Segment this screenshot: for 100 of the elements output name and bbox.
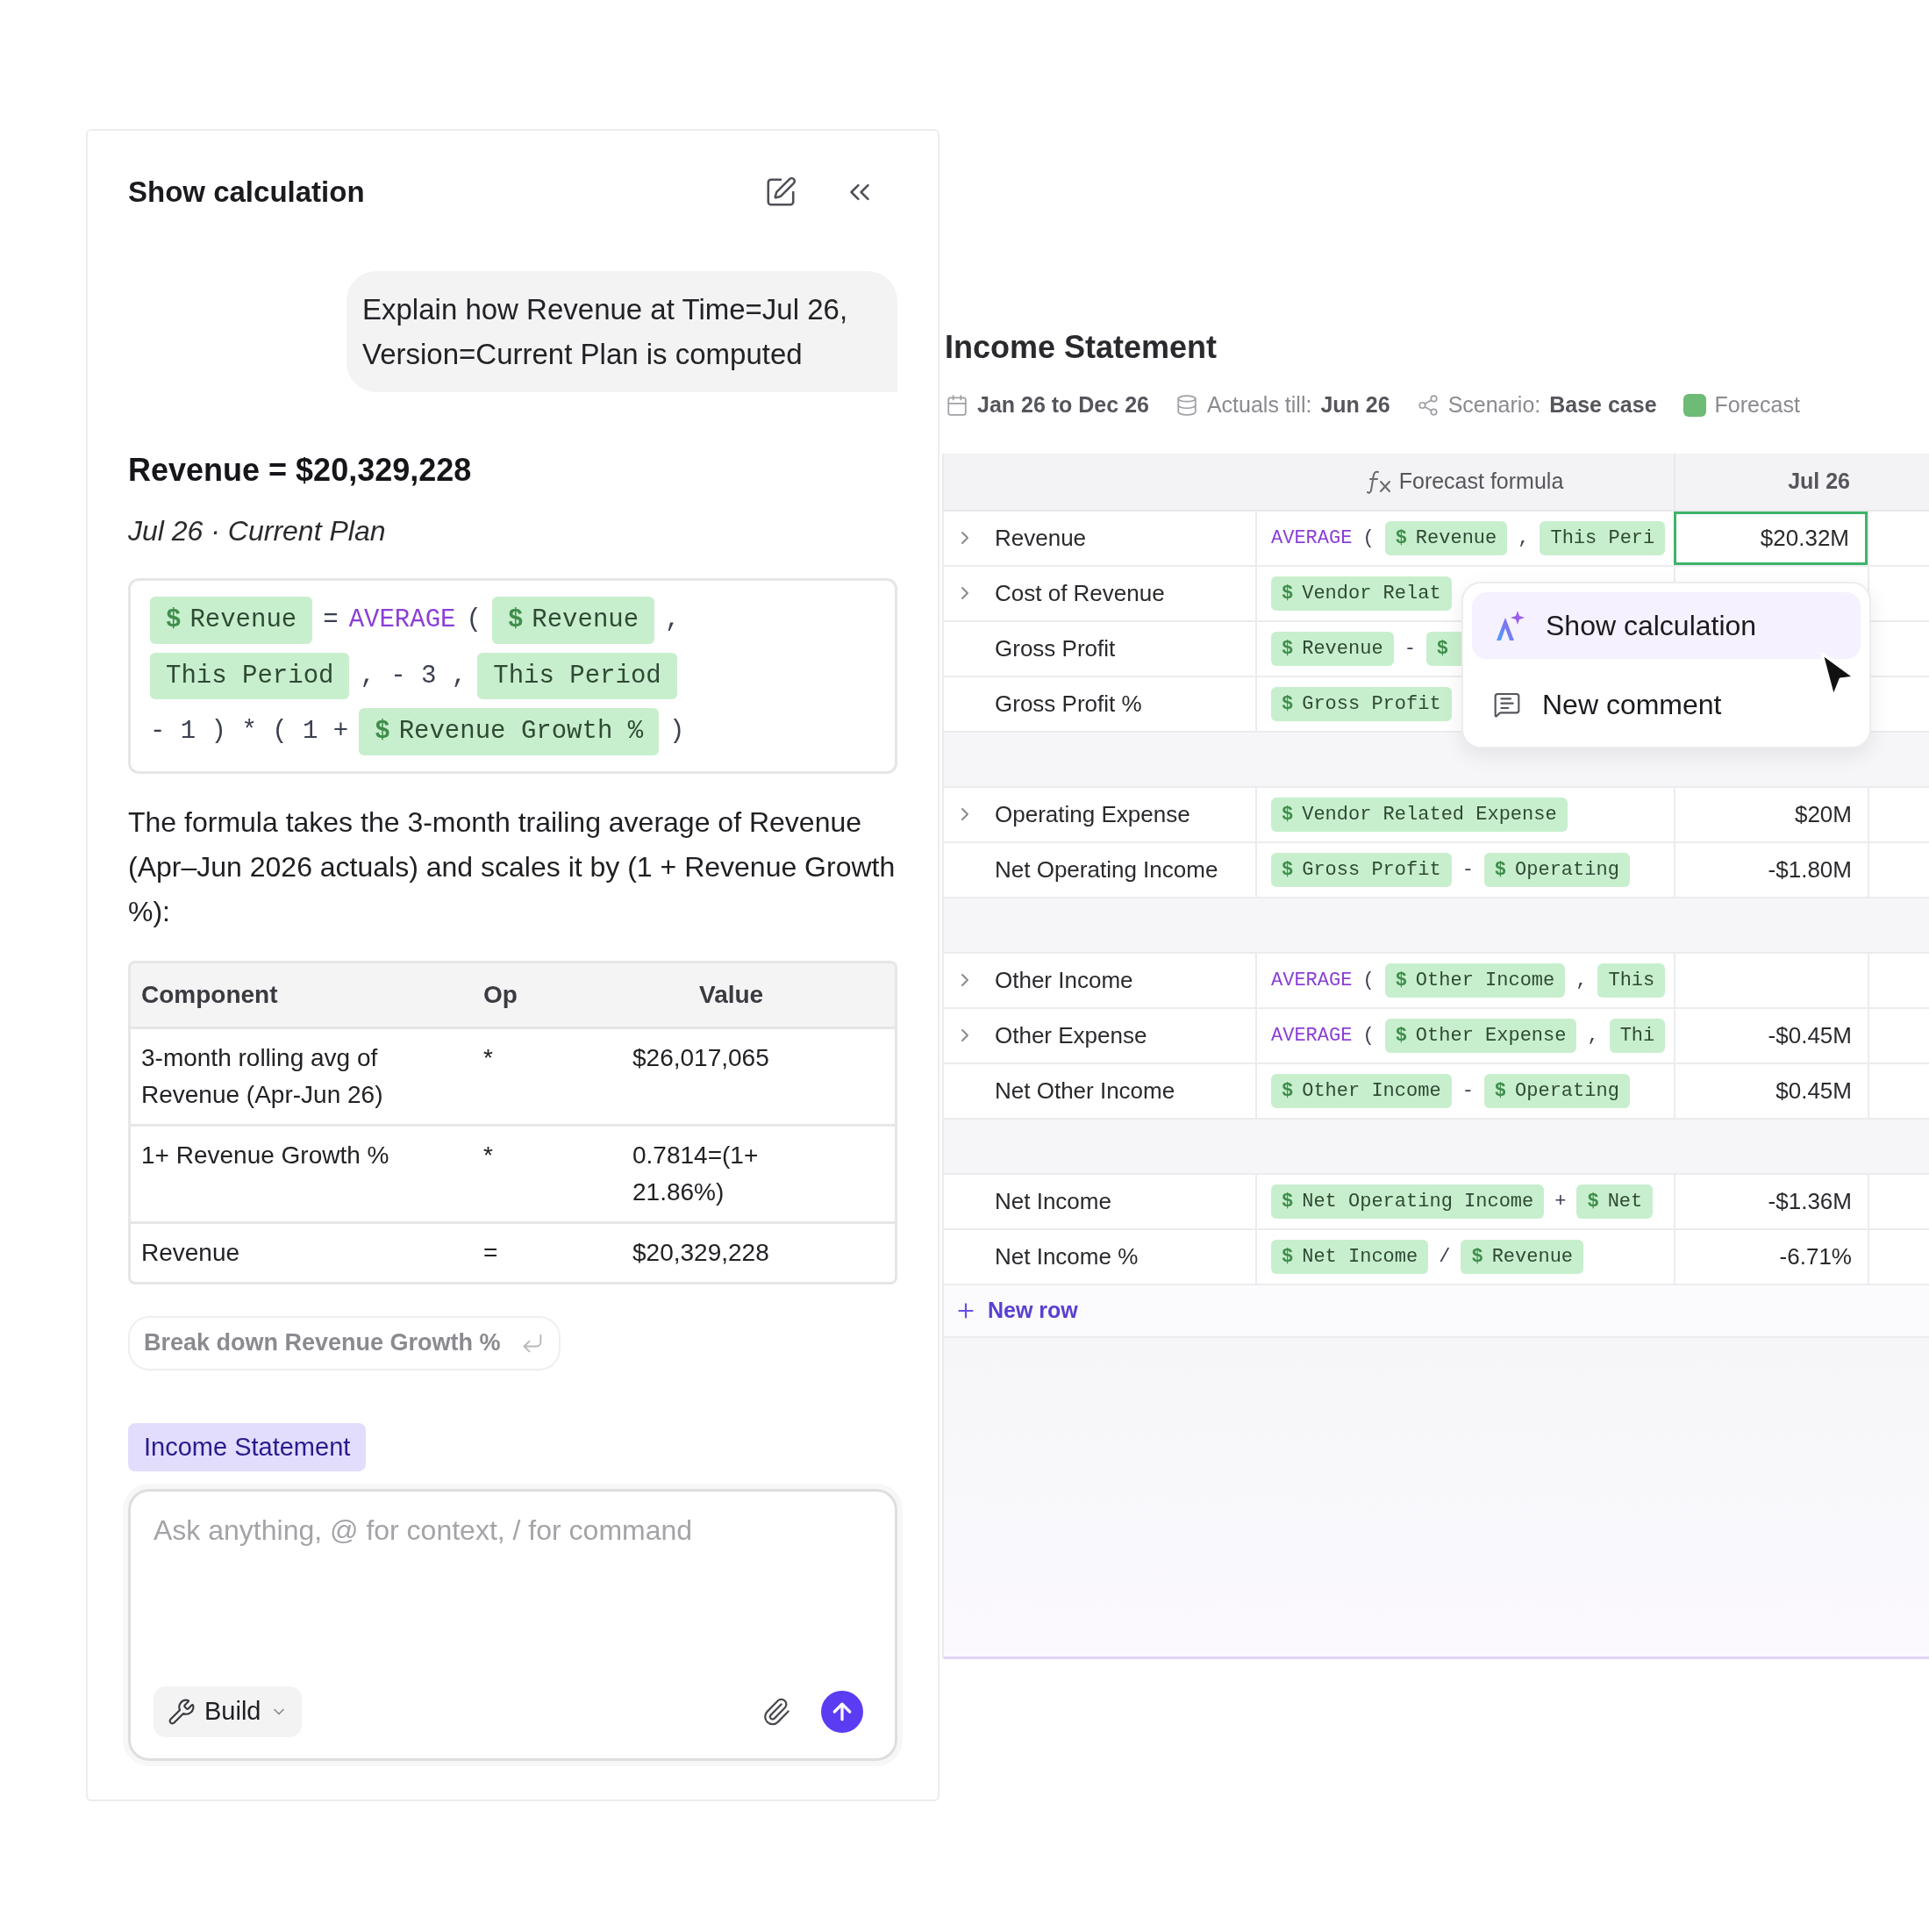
row-label: Net Income % [995,1241,1139,1271]
row-label: Operating Expense [995,799,1190,829]
column-header: Value [698,979,764,1010]
column-header: Component [140,979,279,1010]
reference-chip: $ Net Income [1271,1239,1429,1274]
reference-chip: $ Other Income [1384,962,1566,998]
context-tag[interactable]: Income Statement [128,1422,367,1471]
prompt-field[interactable]: Ask anything, @ for context, / for command [154,1509,872,1551]
reference-chip: $ Revenue Growth % [359,708,660,755]
column-header: Forecast formula [1398,467,1564,495]
table-cell-text: 0.7814=(1+ 21.86%) [632,1140,760,1207]
value-cell[interactable]: $20M [1674,787,1868,841]
database-icon [1175,393,1198,417]
panel-title: Show calculation [128,175,366,211]
row-label: Other Expense [995,1020,1147,1050]
table-cell-text: $20,329,228 [632,1237,770,1268]
value-cell[interactable]: $0.45M [1674,1063,1868,1118]
reference-chip: $ Revenue [1461,1239,1584,1274]
reference-chip: This Period [150,652,350,699]
table-cell-text: * [482,1140,494,1170]
table-cell-text: 3-month rolling avg of Revenue (Apr-Jun 26) [140,1042,384,1110]
operator: ( [1362,526,1375,551]
reference-chip: $ Other Income [1271,1073,1452,1108]
function-name: AVERAGE [1271,968,1353,993]
table-cell-text: = [482,1237,499,1268]
operator: ) [669,716,685,748]
comment-icon [1493,691,1521,719]
reference-chip: $ Revenue [150,597,313,644]
reference-chip: $ Net Operating Income [1271,1184,1545,1219]
reference-chip: $ Gross Profit [1271,686,1452,721]
meta-label: Forecast [1714,391,1800,419]
send-button[interactable] [821,1691,863,1733]
reference-chip: $ Net [1576,1184,1654,1219]
row-label: Gross Profit % [995,689,1142,719]
function-name: AVERAGE [348,605,456,636]
operator: , [665,605,681,636]
operator: + [1554,1189,1567,1214]
row-label: Other Income [995,965,1133,995]
value-cell[interactable]: -$1.36M [1674,1174,1868,1228]
operator: , - 3 , [360,660,468,692]
user-message: Explain how Revenue at Time=Jul 26, Version=Current Plan is computed [347,271,897,392]
meta-label: Scenario: [1447,391,1541,419]
meta-label: Actuals till: [1206,391,1312,419]
row-label: Net Income [995,1186,1111,1216]
table-cell-text: * [482,1042,494,1073]
reference-chip: $ Revenue [1271,631,1394,666]
value-cell[interactable]: -$1.80M [1674,842,1868,897]
row-label: Net Other Income [995,1076,1175,1106]
reference-chip: $ Revenue [1384,520,1508,555]
value-cell[interactable]: $20.32M [1674,511,1868,565]
result-subtitle: Jul 26 · Current Plan [128,514,387,548]
calendar-icon [946,393,968,417]
value-cell[interactable]: -$0.45M [1674,1008,1868,1063]
operator: , [1518,526,1530,551]
column-header: Jul 26 [1788,467,1850,495]
row-label: Revenue [995,523,1087,553]
menu-item[interactable]: Show calculation [1472,592,1861,659]
row-label: Cost of Revenue [995,578,1165,608]
table-cell-text: Revenue [140,1237,241,1268]
reference-chip: $ Gross Profit [1271,852,1452,887]
meta-value: Jun 26 [1320,391,1390,419]
reference-chip: $ Operating [1483,852,1630,887]
function-name: AVERAGE [1271,1023,1353,1048]
mode-dropdown[interactable]: Build [154,1686,302,1737]
reference-chip: This [1597,962,1666,998]
reference-chip: This Peri [1540,520,1666,555]
operator: - [1404,636,1416,662]
branch-icon [1416,393,1440,417]
sheet-title: Income Statement [944,328,1218,367]
table-cell-text: 1+ Revenue Growth % [140,1140,390,1170]
row-label: Net Operating Income [995,855,1218,884]
operator: ( [466,605,482,636]
value-cell[interactable]: -6.71% [1674,1229,1868,1284]
wrench-icon [168,1698,196,1726]
meta-value: Base case [1549,391,1657,419]
reference-chip: This Period [477,652,677,699]
reference-chip: $ Operating [1483,1073,1630,1108]
row-label: Gross Profit [995,633,1116,663]
explanation-text: The formula takes the 3-month trailing average of Revenue (Apr–Jun 2026 actuals) and scales it by (1 + Revenue Growth %): [128,805,897,929]
edit-icon [764,175,797,209]
new-row-link[interactable]: New row [988,1293,1078,1327]
reference-chip: Thi [1609,1018,1666,1053]
reference-chip: $ Other Expense [1384,1018,1577,1053]
reference-chip: $ Vendor Relat [1271,576,1452,611]
operator: - [1461,1078,1474,1104]
attach-button[interactable] [761,1697,791,1727]
result-heading: Revenue = $20,329,228 [128,451,473,490]
operator: - 1 ) * ( 1 + [150,716,349,748]
operator: / [1439,1244,1451,1270]
operator: - [1461,857,1474,883]
operator: ( [1362,968,1375,993]
operator: ( [1362,1023,1375,1048]
column-header: Op [482,979,518,1010]
table-cell-text: $26,017,065 [632,1042,770,1073]
operator: = [323,605,339,636]
operator: , [1587,1023,1599,1048]
function-icon [1365,469,1392,494]
operator: , [1575,968,1588,993]
reference-chip: $ Vendor Related Expense [1271,797,1568,832]
paperclip-icon [761,1697,791,1727]
